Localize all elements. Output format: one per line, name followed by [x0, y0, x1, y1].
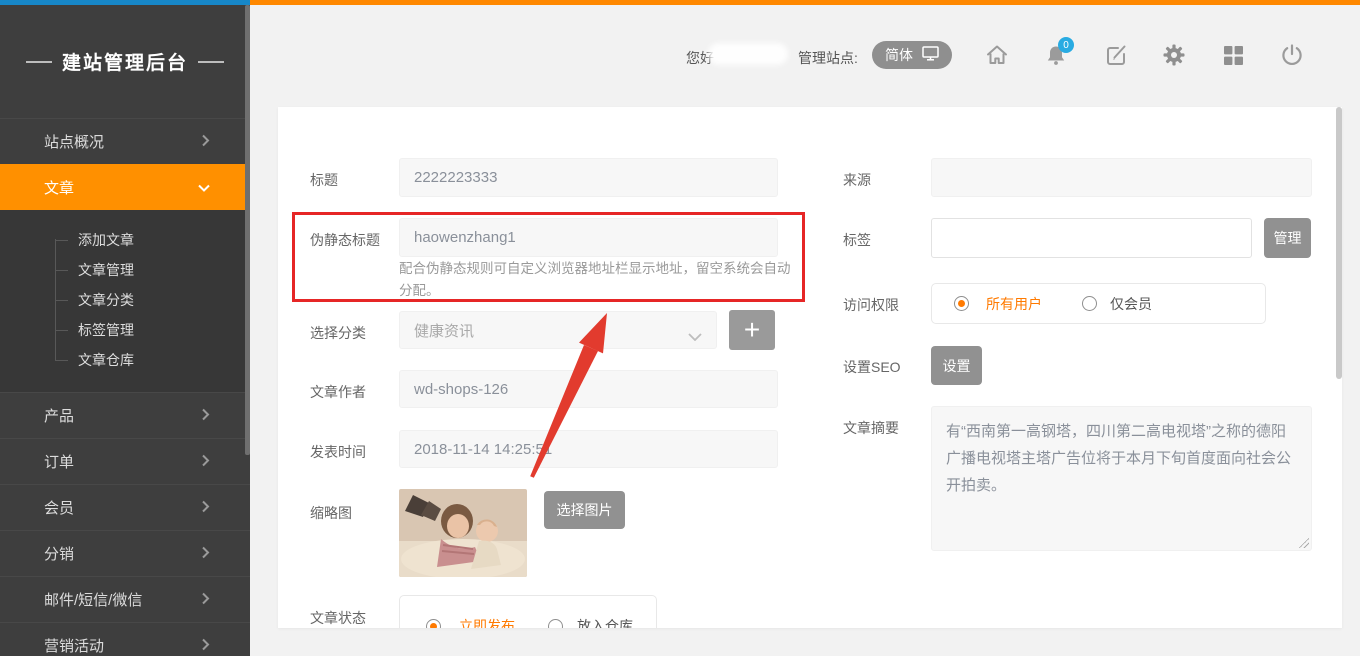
sidebar-subitem-article-category[interactable]: 文章分类 [0, 285, 250, 315]
sidebar-item-label: 订单 [44, 451, 74, 472]
access-label: 访问权限 [843, 295, 899, 315]
sidebar-subitem-article-manage[interactable]: 文章管理 [0, 255, 250, 285]
sidebar-item-label: 营销活动 [44, 635, 104, 656]
site-language-label: 简体 [885, 45, 913, 65]
articles-submenu: 添加文章 文章管理 文章分类 标签管理 文章仓库 [0, 210, 250, 392]
subitem-label: 文章仓库 [78, 350, 134, 370]
sidebar-item-marketing[interactable]: 营销活动 [0, 622, 250, 656]
thumbnail-image[interactable] [399, 489, 527, 577]
app-title: 建站管理后台 [62, 48, 188, 75]
edit-icon[interactable] [1103, 42, 1129, 68]
status-warehouse-label[interactable]: 放入仓库 [577, 616, 633, 628]
add-category-button[interactable]: + [729, 310, 775, 350]
sidebar-item-orders[interactable]: 订单 [0, 438, 250, 484]
subitem-label: 文章分类 [78, 290, 134, 310]
access-members-only-radio[interactable] [1082, 296, 1097, 311]
gear-icon[interactable] [1161, 42, 1187, 68]
chevron-right-icon [202, 453, 210, 470]
sidebar-item-label: 文章 [44, 177, 74, 198]
logo-dash [198, 61, 224, 63]
sidebar-item-label: 邮件/短信/微信 [44, 589, 142, 610]
sidebar-subitem-article-warehouse[interactable]: 文章仓库 [0, 345, 250, 375]
sidebar-item-site-overview[interactable]: 站点概况 [0, 118, 250, 164]
subitem-label: 添加文章 [78, 230, 134, 250]
slug-help-text: 配合伪静态规则可自定义浏览器地址栏显示地址，留空系统会自动分配。 [399, 258, 797, 303]
thumbnail-label: 缩略图 [310, 503, 352, 523]
publish-time-input[interactable] [399, 430, 778, 468]
access-all-users-radio[interactable] [954, 296, 969, 311]
status-publish-radio[interactable] [426, 619, 441, 629]
content-scrollbar[interactable] [1336, 107, 1342, 379]
publish-time-label: 发表时间 [310, 442, 366, 462]
slug-input[interactable] [399, 218, 778, 257]
slug-label: 伪静态标题 [310, 230, 380, 250]
manage-site-label: 管理站点: [798, 48, 858, 68]
access-radio-group: 所有用户 仅会员 [931, 283, 1266, 324]
tags-input[interactable] [931, 218, 1252, 258]
summary-textarea[interactable]: 有“西南第一高钢塔，四川第二高电视塔”之称的德阳广播电视塔主塔广告位将于本月下旬… [931, 406, 1312, 551]
sidebar-item-label: 会员 [44, 497, 74, 518]
power-icon[interactable] [1279, 42, 1305, 68]
title-input[interactable] [399, 158, 778, 197]
article-edit-form: 标题 伪静态标题 配合伪静态规则可自定义浏览器地址栏显示地址，留空系统会自动分配… [278, 107, 1342, 628]
status-warehouse-radio[interactable] [548, 619, 563, 629]
sidebar-item-distribution[interactable]: 分销 [0, 530, 250, 576]
access-members-only-label[interactable]: 仅会员 [1110, 294, 1152, 314]
chevron-down-icon [198, 179, 210, 196]
category-select[interactable]: 健康资讯 [399, 311, 717, 349]
subitem-label: 文章管理 [78, 260, 134, 280]
sidebar-subitem-tag-manage[interactable]: 标签管理 [0, 315, 250, 345]
choose-image-button[interactable]: 选择图片 [544, 491, 625, 529]
sidebar-item-label: 站点概况 [44, 131, 104, 152]
manage-tags-button[interactable]: 管理 [1264, 218, 1311, 258]
topbar-orange-strip [250, 0, 1360, 5]
source-label: 来源 [843, 170, 871, 190]
title-label: 标题 [310, 170, 338, 190]
sidebar: 建站管理后台 站点概况 文章 添加文章 文章管理 文章分类 标签管理 文章仓库 … [0, 5, 250, 656]
chevron-right-icon [202, 407, 210, 424]
username-blurred [708, 43, 788, 65]
chevron-down-icon [688, 328, 702, 345]
chevron-right-icon [202, 545, 210, 562]
chevron-right-icon [202, 637, 210, 654]
sidebar-subitem-add-article[interactable]: 添加文章 [0, 225, 250, 255]
category-label: 选择分类 [310, 323, 366, 343]
sidebar-item-articles[interactable]: 文章 [0, 164, 250, 210]
status-publish-label[interactable]: 立即发布 [459, 616, 515, 628]
author-label: 文章作者 [310, 382, 366, 402]
chevron-right-icon [202, 591, 210, 608]
seo-settings-button[interactable]: 设置 [931, 346, 982, 385]
category-selected-value: 健康资讯 [414, 320, 474, 341]
home-icon[interactable] [984, 42, 1010, 68]
chevron-right-icon [202, 499, 210, 516]
sidebar-item-members[interactable]: 会员 [0, 484, 250, 530]
sidebar-item-mail-sms-wechat[interactable]: 邮件/短信/微信 [0, 576, 250, 622]
sidebar-item-label: 分销 [44, 543, 74, 564]
author-input[interactable] [399, 370, 778, 408]
tags-label: 标签 [843, 230, 871, 250]
logo-dash [26, 61, 52, 63]
notification-badge: 0 [1058, 37, 1074, 53]
sidebar-item-label: 产品 [44, 405, 74, 426]
access-all-users-label[interactable]: 所有用户 [986, 294, 1042, 314]
summary-label: 文章摘要 [843, 418, 899, 438]
app-logo: 建站管理后台 [0, 5, 250, 118]
subitem-label: 标签管理 [78, 320, 134, 340]
monitor-icon [922, 46, 939, 64]
status-label: 文章状态 [310, 608, 366, 628]
status-radio-group: 立即发布 放入仓库 [399, 595, 657, 628]
chevron-right-icon [202, 133, 210, 150]
grid-apps-icon[interactable] [1220, 42, 1246, 68]
source-input[interactable] [931, 158, 1312, 197]
site-language-button[interactable]: 简体 [872, 41, 952, 69]
seo-label: 设置SEO [843, 357, 901, 377]
sidebar-scrollbar[interactable] [245, 5, 250, 455]
sidebar-item-products[interactable]: 产品 [0, 392, 250, 438]
